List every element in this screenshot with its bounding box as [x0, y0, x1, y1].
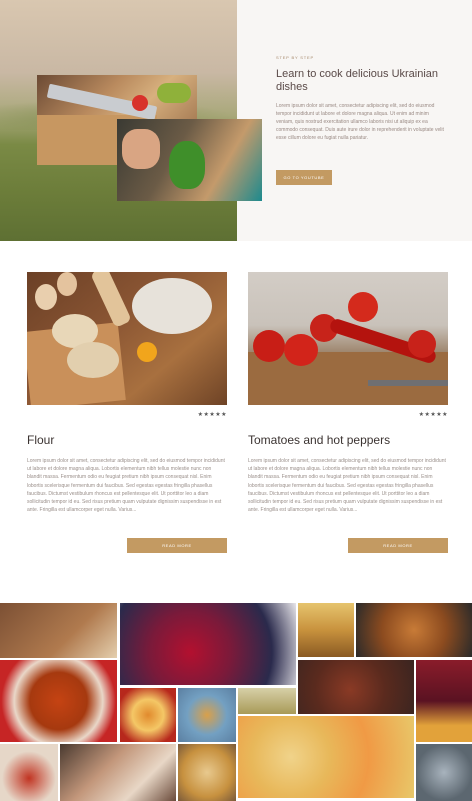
gallery-image-toast-plate[interactable] — [178, 688, 236, 742]
recipe-card-tomatoes: ★★★★★ Tomatoes and hot peppers Lorem ips… — [248, 272, 448, 553]
recipe-card-flour: ★★★★★ Flour Lorem ipsum dolor sit amet, … — [27, 272, 227, 553]
card-description: Lorem ipsum dolor sit amet, consectetur … — [248, 458, 446, 514]
go-to-youtube-button[interactable]: GO TO YOUTUBE — [276, 170, 332, 185]
rating-stars: ★★★★★ — [418, 412, 448, 418]
hero-photo-green-pepper — [117, 119, 262, 201]
hero-description: Lorem ipsum dolor sit amet, consectetur … — [276, 103, 444, 141]
gallery-image-jam-jars[interactable] — [416, 660, 472, 742]
gallery-image-soup[interactable] — [0, 660, 117, 742]
hero-section: STEP BY STEP Learn to cook delicious Ukr… — [0, 0, 472, 241]
card-title: Flour — [27, 433, 55, 447]
gallery-image-borscht[interactable] — [0, 744, 58, 801]
gallery-image-pancakes[interactable] — [298, 603, 354, 657]
gallery-image-dish[interactable] — [238, 688, 296, 714]
gallery-image-breakfast-plate[interactable] — [120, 688, 176, 742]
read-more-button[interactable]: READ MORE — [348, 538, 448, 553]
gallery-image-berries[interactable] — [120, 603, 296, 685]
gallery-image-cake[interactable] — [60, 744, 176, 801]
hero-eyebrow: STEP BY STEP — [276, 55, 314, 60]
card-title: Tomatoes and hot peppers — [248, 433, 391, 447]
gallery-image-pasta[interactable] — [0, 603, 117, 658]
hero-title: Learn to cook delicious Ukrainian dishes — [276, 68, 439, 93]
hero-text-block: STEP BY STEP Learn to cook delicious Ukr… — [276, 55, 446, 142]
read-more-button[interactable]: READ MORE — [127, 538, 227, 553]
card-image-tomatoes — [248, 272, 448, 405]
card-image-flour — [27, 272, 227, 405]
gallery-image-grilled-meat[interactable] — [298, 660, 414, 714]
gallery-image-preserves[interactable] — [238, 716, 414, 798]
rating-stars: ★★★★★ — [197, 412, 227, 418]
gallery-image-roast-chicken[interactable] — [356, 603, 472, 657]
gallery-image-mussels[interactable] — [416, 744, 472, 801]
gallery-image-pasta-bowl[interactable] — [178, 744, 236, 801]
card-description: Lorem ipsum dolor sit amet, consectetur … — [27, 458, 225, 514]
